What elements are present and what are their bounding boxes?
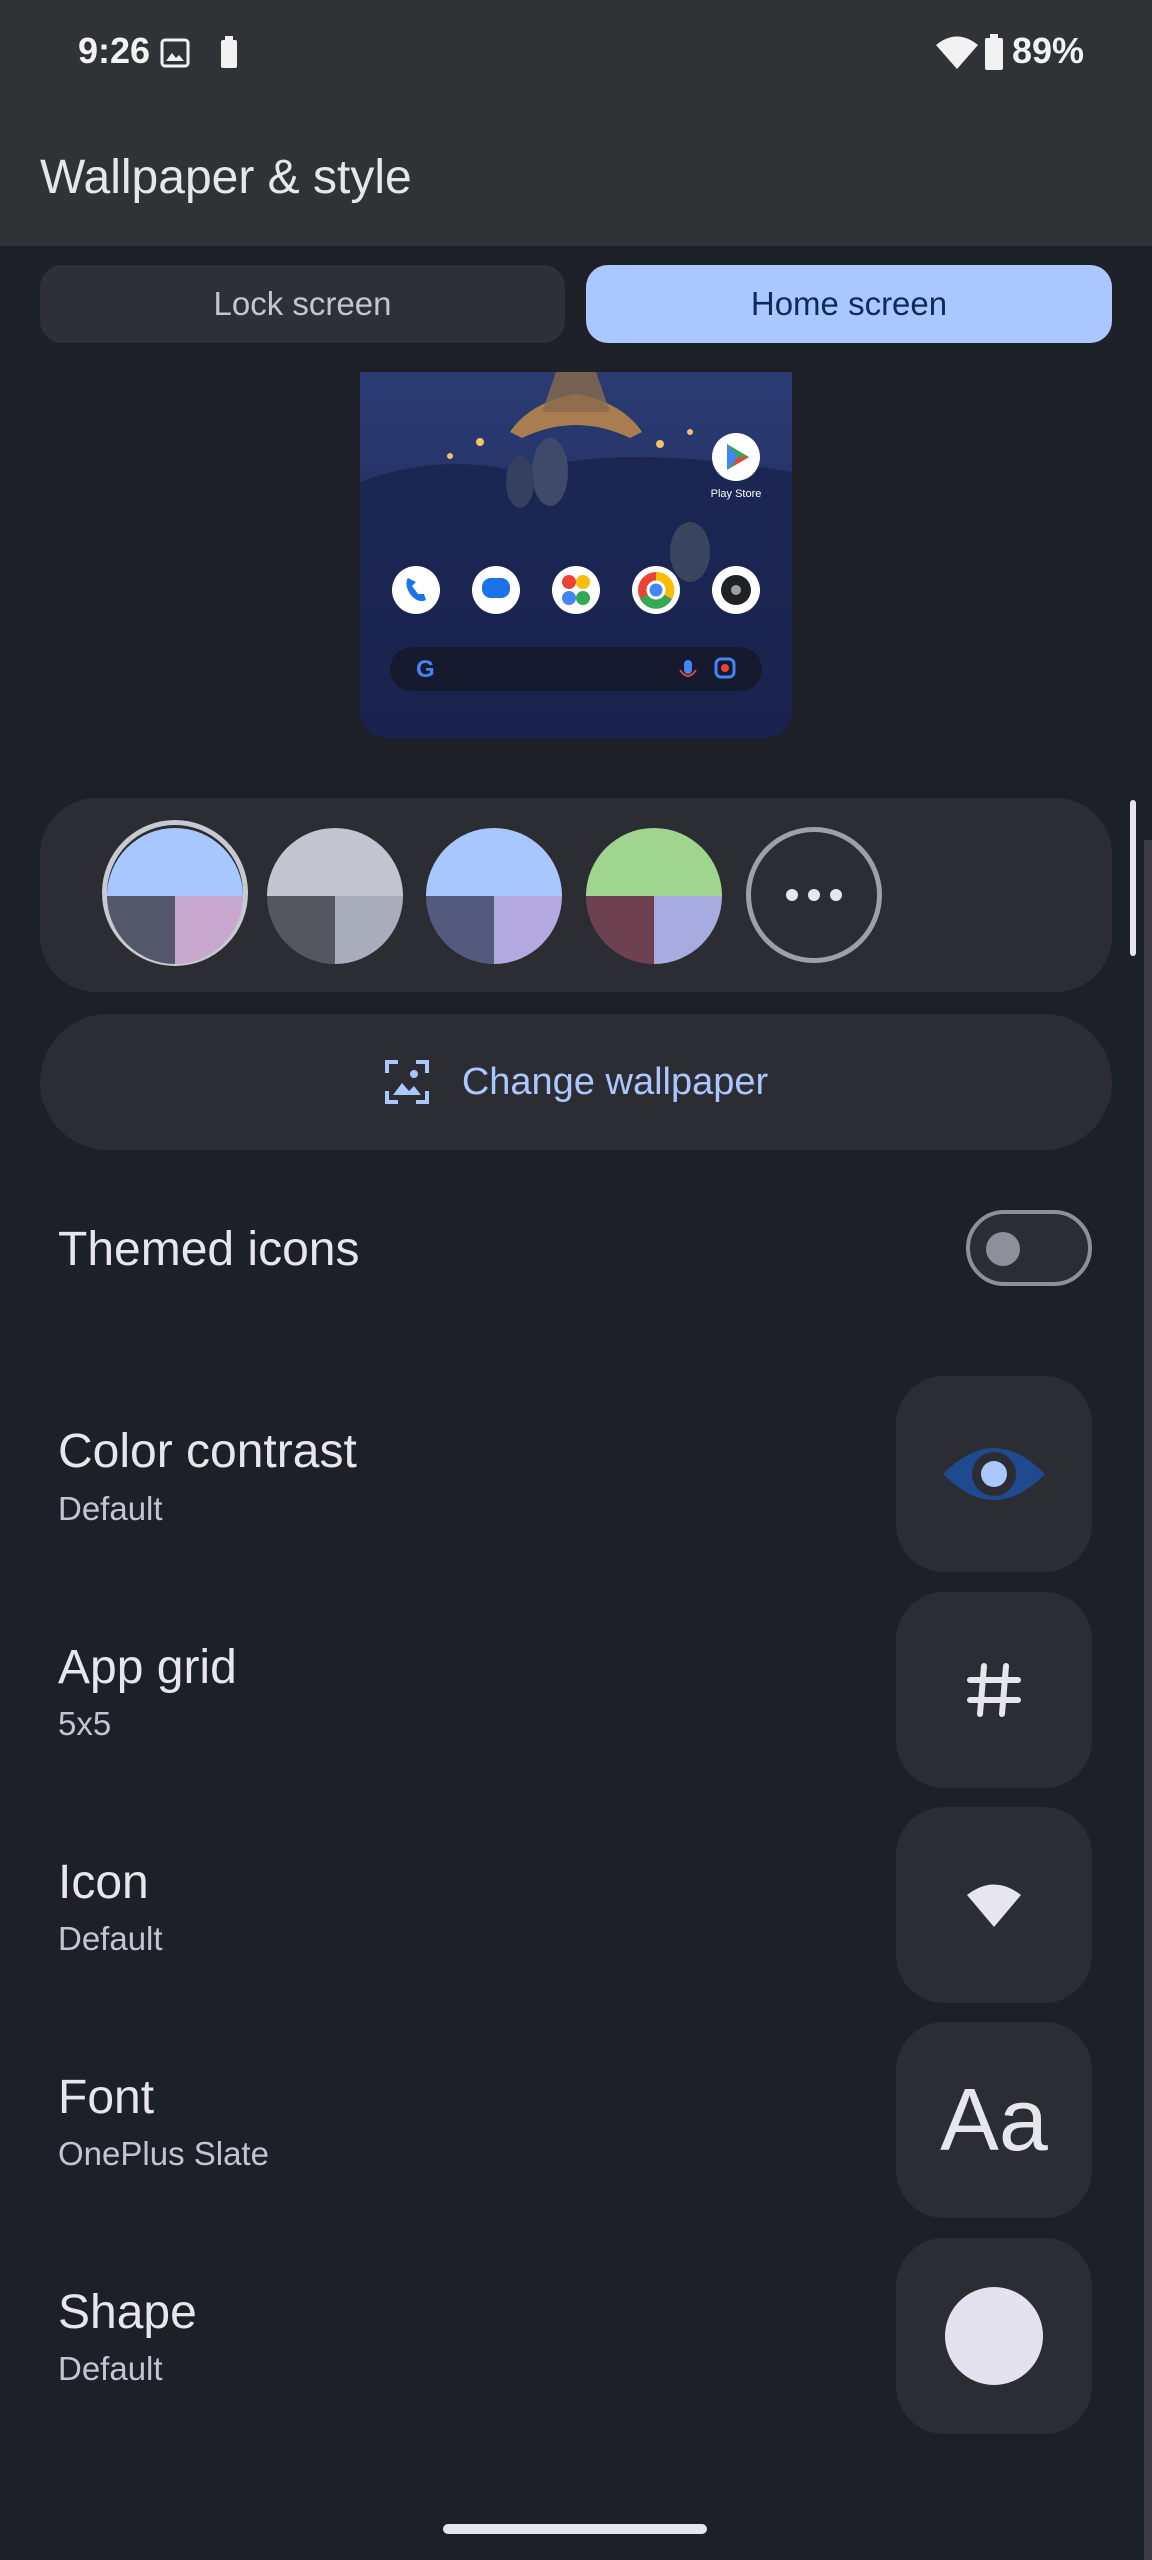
color-contrast-title: Color contrast <box>58 1425 357 1478</box>
battery-notification-icon <box>221 36 237 68</box>
themed-icons-title: Themed icons <box>58 1223 360 1276</box>
scrollbar[interactable] <box>1130 800 1136 956</box>
shape-title: Shape <box>58 2286 197 2339</box>
grid-icon <box>967 1663 1021 1717</box>
tab-lock-screen[interactable]: Lock screen <box>40 265 565 343</box>
icon-style-button[interactable] <box>896 1807 1092 2003</box>
home-screen-preview[interactable]: Play Store G <box>360 372 792 738</box>
page-title: Wallpaper & style <box>40 151 412 204</box>
gesture-nav-handle[interactable] <box>443 2524 707 2534</box>
scroll-track <box>1144 840 1152 2560</box>
shape-value: Default <box>58 2350 163 2387</box>
color-option-1[interactable] <box>107 828 243 964</box>
eye-icon <box>943 1448 1045 1500</box>
play-store-label: Play Store <box>711 488 762 500</box>
battery-icon <box>985 34 1003 70</box>
app-grid-button[interactable] <box>896 1592 1092 1788</box>
color-contrast-value: Default <box>58 1490 163 1527</box>
shape-button[interactable] <box>896 2238 1092 2434</box>
color-option-2[interactable] <box>267 828 403 964</box>
wallpaper-preview-image: Play Store G <box>360 372 792 738</box>
status-time: 9:26 <box>78 30 151 71</box>
more-colors-button[interactable] <box>746 827 882 963</box>
wifi-icon <box>936 36 978 69</box>
status-bar: 9:26 89% <box>0 0 1152 108</box>
more-horiz-icon <box>786 889 842 901</box>
app-grid-title: App grid <box>58 1641 237 1694</box>
color-option-4[interactable] <box>586 828 722 964</box>
google-g-icon: G <box>416 656 435 683</box>
toggle-knob <box>986 1232 1020 1266</box>
color-option-3[interactable] <box>426 828 562 964</box>
themed-icons-toggle[interactable] <box>966 1210 1092 1286</box>
icon-value: Default <box>58 1920 163 1957</box>
icon-title: Icon <box>58 1856 149 1909</box>
circle-shape-icon <box>945 2287 1043 2385</box>
wallpaper-icon <box>384 1060 429 1104</box>
app-grid-value: 5x5 <box>58 1705 112 1742</box>
wifi-preview-icon <box>967 1884 1021 1927</box>
font-button[interactable]: Aa <box>896 2022 1092 2218</box>
font-value: OnePlus Slate <box>58 2135 269 2172</box>
tab-home-screen[interactable]: Home screen <box>586 265 1112 343</box>
change-wallpaper-label: Change wallpaper <box>461 1060 769 1103</box>
color-contrast-button[interactable] <box>896 1376 1092 1572</box>
font-title: Font <box>58 2071 155 2124</box>
image-notification-icon <box>160 38 190 68</box>
change-wallpaper-button[interactable]: Change wallpaper <box>40 1014 1112 1150</box>
battery-percent: 89% <box>1012 30 1085 71</box>
font-preview-label: Aa <box>940 2070 1048 2169</box>
